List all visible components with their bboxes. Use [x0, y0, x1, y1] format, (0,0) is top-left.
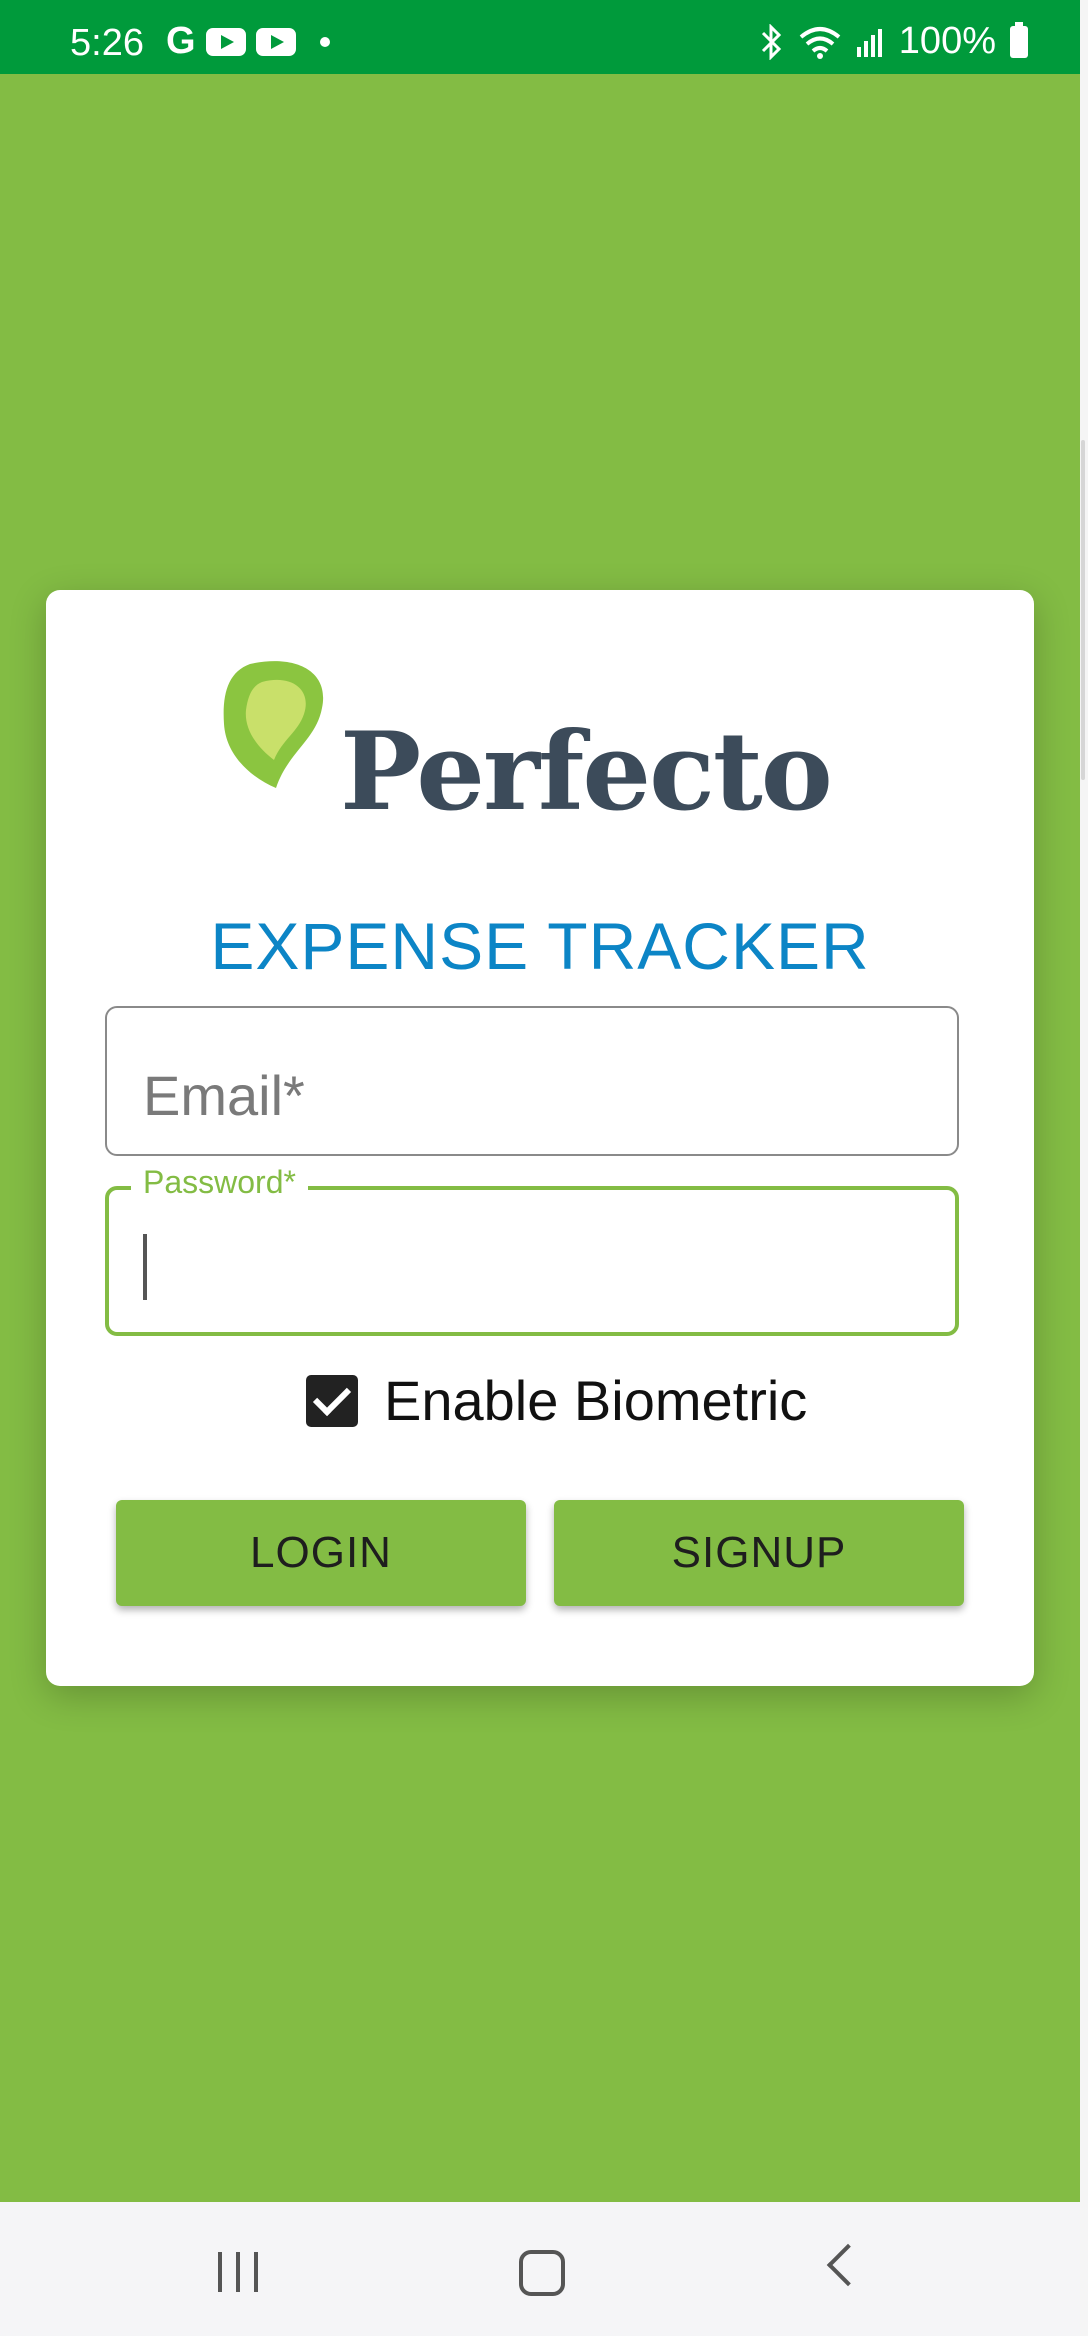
email-field[interactable]: Email* — [105, 1006, 959, 1156]
status-time: 5:26 — [70, 22, 144, 64]
password-label: Password* — [131, 1164, 308, 1201]
login-card: Perfecto EXPENSE TRACKER Email* Password… — [46, 590, 1034, 1686]
signal-icon — [856, 28, 882, 57]
youtube-icon — [205, 27, 246, 56]
navigation-bar — [0, 2202, 1080, 2336]
youtube-icon — [255, 27, 296, 56]
password-field[interactable]: Password* — [105, 1164, 959, 1336]
back-icon[interactable] — [826, 2243, 870, 2287]
status-bar: 5:26 G 100% — [0, 0, 1080, 74]
google-icon: G — [166, 20, 196, 62]
logo-text: Perfecto — [340, 709, 833, 835]
biometric-label: Enable Biometric — [384, 1369, 808, 1432]
scroll-edge — [1080, 0, 1088, 2336]
email-placeholder: Email* — [143, 1064, 305, 1127]
biometric-checkbox[interactable] — [306, 1374, 358, 1427]
login-button[interactable]: LOGIN — [116, 1500, 526, 1606]
scrollbar[interactable] — [1081, 440, 1085, 780]
perfecto-logo: Perfecto — [222, 660, 872, 850]
text-cursor — [143, 1234, 147, 1300]
biometric-option[interactable]: Enable Biometric — [306, 1368, 807, 1433]
notification-dot-icon — [319, 36, 330, 47]
recent-apps-icon[interactable] — [218, 2252, 262, 2292]
app-title: EXPENSE TRACKER — [210, 909, 870, 983]
wifi-icon — [799, 26, 841, 59]
bluetooth-icon — [761, 23, 781, 60]
battery-icon — [1010, 21, 1028, 58]
leaf-logo-icon — [223, 661, 324, 788]
battery-percent: 100% — [898, 20, 996, 62]
home-icon[interactable] — [519, 2250, 565, 2296]
signup-button[interactable]: SIGNUP — [554, 1500, 964, 1606]
